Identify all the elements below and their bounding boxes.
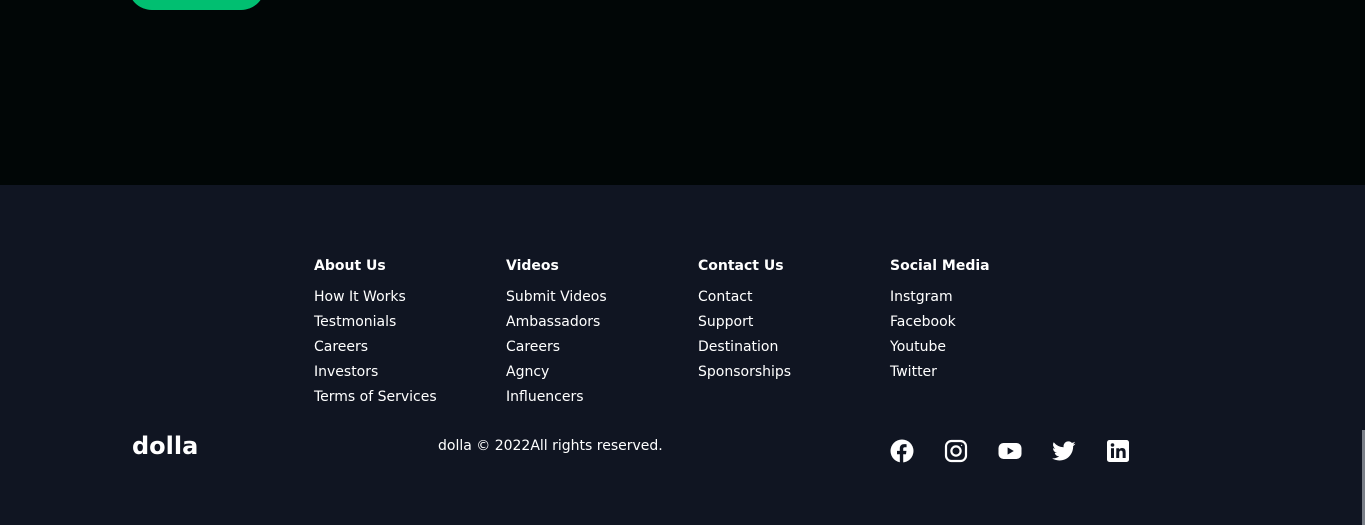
footer-link-sponsorships[interactable]: Sponsorships xyxy=(698,364,878,381)
footer-link-instagram[interactable]: Instgram xyxy=(890,289,1070,306)
footer-link-submit-videos[interactable]: Submit Videos xyxy=(506,289,686,306)
footer-logo[interactable]: dolla xyxy=(132,432,198,460)
footer-link-influencers[interactable]: Influencers xyxy=(506,389,686,406)
footer-link-support[interactable]: Support xyxy=(698,314,878,331)
column-title: Contact Us xyxy=(698,258,784,274)
footer-link-agency[interactable]: Agncy xyxy=(506,364,686,381)
social-icons-row xyxy=(890,439,1130,463)
footer-link-contact[interactable]: Contact xyxy=(698,289,878,306)
footer-link-how-it-works[interactable]: How It Works xyxy=(314,289,494,306)
column-title: Social Media xyxy=(890,258,990,274)
footer-link-careers[interactable]: Careers xyxy=(314,339,494,356)
copyright-text: dolla © 2022All rights reserved. xyxy=(438,438,663,454)
column-title: Videos xyxy=(506,258,559,274)
footer-column-contact-us: Contact Us Contact Support Destination S… xyxy=(698,257,878,389)
column-title: About Us xyxy=(314,258,386,274)
footer-column-about-us: About Us How It Works Testmonials Career… xyxy=(314,257,494,414)
facebook-icon[interactable] xyxy=(890,439,914,463)
twitter-icon[interactable] xyxy=(1052,439,1076,463)
footer-link-facebook[interactable]: Facebook xyxy=(890,314,1070,331)
footer-link-investors[interactable]: Investors xyxy=(314,364,494,381)
footer-column-social-media: Social Media Instgram Facebook Youtube T… xyxy=(890,257,1070,389)
footer-link-youtube[interactable]: Youtube xyxy=(890,339,1070,356)
footer-link-twitter[interactable]: Twitter xyxy=(890,364,1070,381)
footer-link-terms-of-services[interactable]: Terms of Services xyxy=(314,389,494,406)
youtube-icon[interactable] xyxy=(998,439,1022,463)
instagram-icon[interactable] xyxy=(944,439,968,463)
footer-column-videos: Videos Submit Videos Ambassadors Careers… xyxy=(506,257,686,414)
footer-link-destination[interactable]: Destination xyxy=(698,339,878,356)
linkedin-icon[interactable] xyxy=(1106,439,1130,463)
get-started-button[interactable] xyxy=(128,0,265,10)
footer: About Us How It Works Testmonials Career… xyxy=(0,185,1365,525)
footer-link-careers[interactable]: Careers xyxy=(506,339,686,356)
footer-link-ambassadors[interactable]: Ambassadors xyxy=(506,314,686,331)
footer-link-testimonials[interactable]: Testmonials xyxy=(314,314,494,331)
hero-section xyxy=(0,0,1365,185)
